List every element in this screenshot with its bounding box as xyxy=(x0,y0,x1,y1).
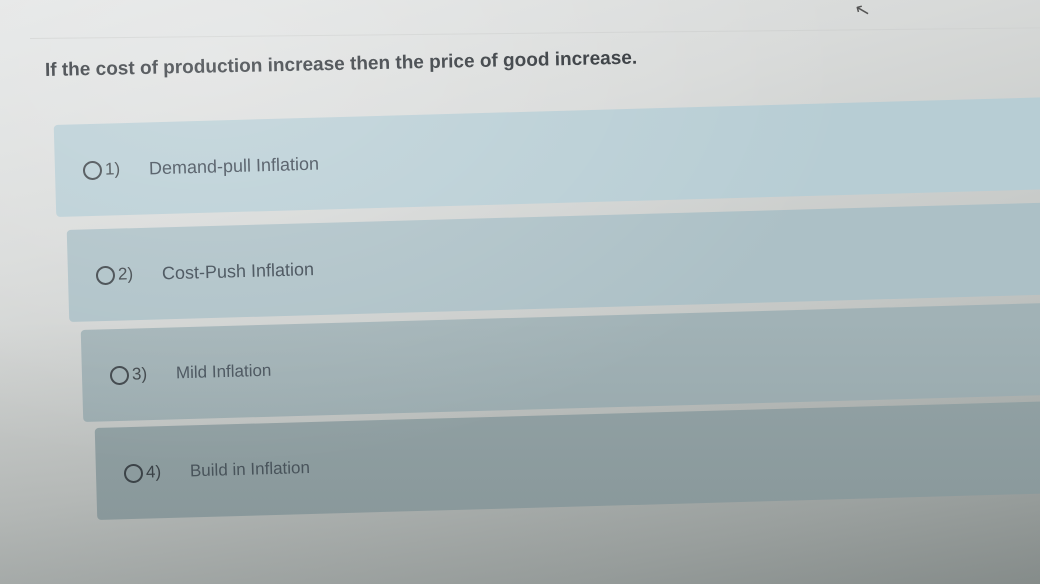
answer-option-4[interactable]: 4) Build in Inflation xyxy=(94,400,1040,520)
question-text: If the cost of production increase then … xyxy=(44,47,638,81)
option-label-2[interactable]: Cost-Push Inflation xyxy=(162,259,315,284)
option-number-4: 4) xyxy=(145,462,162,482)
radio-button-3[interactable] xyxy=(109,365,130,385)
option-number-2: 2) xyxy=(117,264,134,284)
header-divider xyxy=(29,27,1040,39)
answer-option-2[interactable]: 2) Cost-Push Inflation xyxy=(66,202,1040,322)
option-label-3[interactable]: Mild Inflation xyxy=(176,361,272,384)
radio-button-1[interactable] xyxy=(82,160,103,180)
radio-button-2[interactable] xyxy=(95,265,116,285)
answer-option-1[interactable]: 1) Demand-pull Inflation xyxy=(53,96,1040,217)
answer-option-3[interactable]: 3) Mild Inflation xyxy=(80,302,1040,422)
option-label-4[interactable]: Build in Inflation xyxy=(190,458,311,481)
option-label-1[interactable]: Demand-pull Inflation xyxy=(149,153,320,179)
radio-button-4[interactable] xyxy=(123,463,144,483)
mouse-pointer-icon: ↖ xyxy=(852,0,873,22)
option-number-3: 3) xyxy=(131,364,148,384)
option-number-1: 1) xyxy=(104,159,121,179)
